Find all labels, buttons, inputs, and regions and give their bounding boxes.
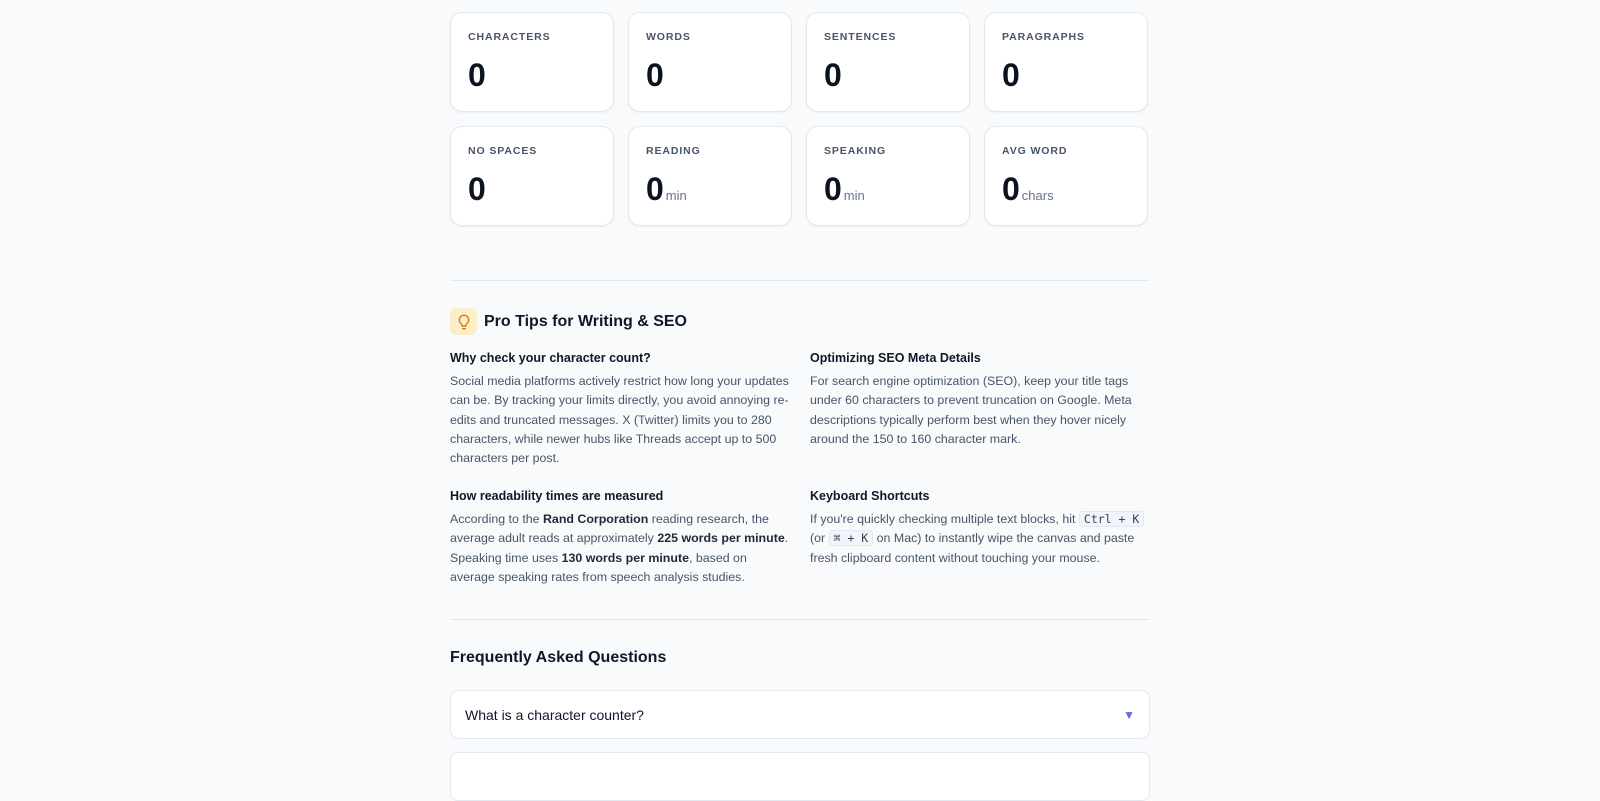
tip-emphasis: Rand Corporation <box>542 512 649 526</box>
faq-title: Frequently Asked Questions <box>450 649 667 666</box>
stat-value: 0 <box>468 171 486 207</box>
tip-text: If you're quickly checking multiple text… <box>810 512 1079 526</box>
tips-title: Pro Tips for Writing & SEO <box>484 312 687 330</box>
stat-label: SENTENCES <box>824 31 897 43</box>
stat-card-reading: READING 0 min <box>628 126 792 226</box>
tip-title: Why check your character count? <box>450 351 651 365</box>
stat-value: 0 <box>646 57 664 93</box>
tip-body: For search engine optimization (SEO), ke… <box>810 374 1132 446</box>
faq-item[interactable]: What is a character counter? ▼ <box>450 690 1150 739</box>
stat-value: 0 <box>1002 171 1020 207</box>
stat-card-speaking: SPEAKING 0 min <box>806 126 970 226</box>
tip-title: Keyboard Shortcuts <box>810 489 930 503</box>
stat-value: 0 <box>1002 57 1020 93</box>
faq-question: What is a character counter? <box>465 706 644 723</box>
kbd-ctrl-k: Ctrl + K <box>1078 511 1145 527</box>
lightbulb-icon <box>450 308 477 335</box>
stat-label: NO SPACES <box>468 145 538 157</box>
stat-card-avg-word: AVG WORD 0 chars <box>984 126 1148 226</box>
tip-readability: How readability times are measured Accor… <box>450 488 790 587</box>
stat-card-sentences: SENTENCES 0 <box>806 12 970 112</box>
tip-text: (or <box>810 531 829 546</box>
stat-label: SPEAKING <box>824 145 887 157</box>
stat-card-paragraphs: PARAGRAPHS 0 <box>984 12 1148 112</box>
tip-title: Optimizing SEO Meta Details <box>810 351 981 365</box>
section-divider <box>450 619 1150 620</box>
section-divider <box>450 280 1150 281</box>
tip-keyboard-shortcuts: Keyboard Shortcuts If you're quickly che… <box>810 488 1150 568</box>
stats-grid: CHARACTERS 0 WORDS 0 SENTENCES 0 PARAGRA… <box>450 12 1148 226</box>
stat-label: WORDS <box>646 31 691 43</box>
tip-title: How readability times are measured <box>450 489 664 503</box>
stat-unit: chars <box>1021 188 1054 203</box>
stat-label: CHARACTERS <box>468 31 551 43</box>
stat-unit: min <box>665 188 687 203</box>
stat-card-characters: CHARACTERS 0 <box>450 12 614 112</box>
stat-value: 0 <box>646 171 664 207</box>
stat-value: 0 <box>824 57 842 93</box>
tip-seo: Optimizing SEO Meta Details For search e… <box>810 350 1150 449</box>
kbd-cmd-k: ⌘ + K <box>828 530 874 547</box>
stat-label: READING <box>646 145 701 157</box>
tip-emphasis: 225 words per minute <box>657 531 785 546</box>
stat-card-words: WORDS 0 <box>628 12 792 112</box>
tip-body: If you're quickly checking multiple text… <box>810 510 1150 568</box>
stat-card-no-spaces: NO SPACES 0 <box>450 126 614 226</box>
stat-unit: min <box>843 188 865 203</box>
tip-text: According to the <box>450 512 543 526</box>
tip-body: According to the Rand Corporation readin… <box>450 510 790 587</box>
tip-character-count: Why check your character count? Social m… <box>450 350 790 468</box>
tip-emphasis: 130 words per minute <box>561 550 689 565</box>
tip-body: Social media platforms actively restrict… <box>450 374 789 466</box>
tips-header: Pro Tips for Writing & SEO <box>450 308 687 335</box>
stat-label: AVG WORD <box>1002 145 1068 157</box>
stat-value: 0 <box>824 171 842 207</box>
chevron-down-icon: ▼ <box>1123 707 1135 722</box>
faq-item[interactable] <box>450 752 1150 801</box>
stat-label: PARAGRAPHS <box>1002 31 1085 43</box>
stat-value: 0 <box>468 57 486 93</box>
